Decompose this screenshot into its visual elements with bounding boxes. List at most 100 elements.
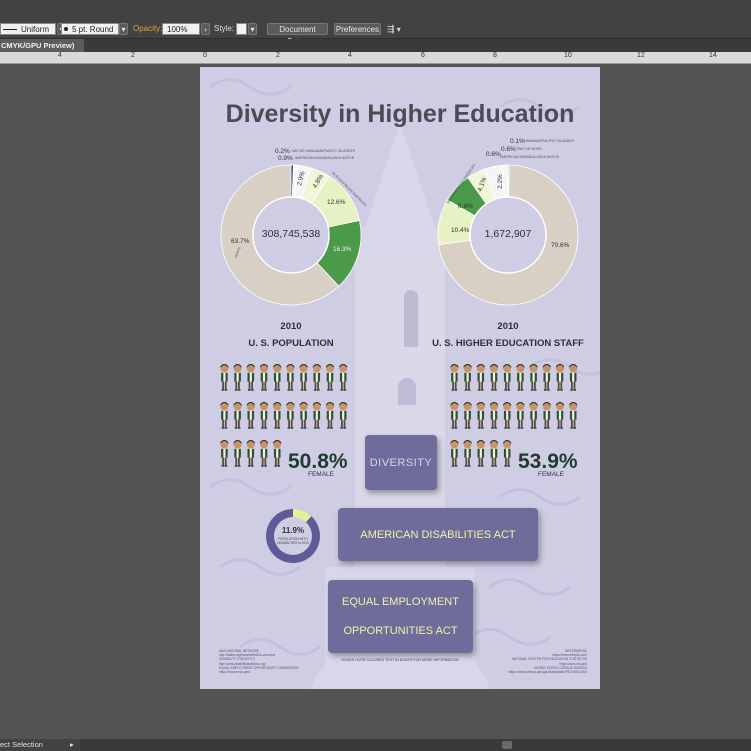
ruler-mark: 0 — [203, 52, 207, 59]
person-icon — [273, 402, 282, 429]
person-icon — [476, 364, 485, 391]
person-icon — [516, 402, 525, 429]
opacity-label[interactable]: Opacity: — [133, 23, 162, 35]
chevron-right-icon[interactable]: ▸ — [70, 739, 74, 751]
person-icon — [503, 440, 512, 467]
person-icon — [490, 402, 498, 429]
horizontal-ruler[interactable]: 4 2 0 2 4 6 8 10 12 14 — [0, 52, 751, 64]
left-label-6: 63.7% — [231, 238, 250, 245]
right-subtitle: U. S. HIGHER EDUCATION STAFF — [432, 338, 584, 349]
right-caption-0: HAWAIIAN/PACIFIC ISLANDER — [524, 139, 575, 143]
horizontal-scrollbar[interactable] — [80, 739, 751, 751]
ruler-mark: 2 — [276, 52, 280, 59]
opacity-field[interactable]: 100% — [162, 23, 200, 35]
left-subtitle: U. S. POPULATION — [248, 338, 334, 349]
arrange-menu[interactable]: ⇶ ▾ — [387, 23, 407, 35]
document-tab[interactable]: CMYK/GPU Preview) — [0, 39, 84, 52]
person-icon — [220, 364, 229, 391]
person-icon — [339, 364, 348, 391]
sources-left: ADA NATIONAL NETWORK http://adata.org/fa… — [219, 649, 339, 674]
style-swatch[interactable] — [236, 23, 247, 35]
person-icon — [490, 364, 498, 391]
person-icon — [312, 402, 321, 429]
person-icon — [476, 402, 485, 429]
document-setup-button[interactable]: Document Setup — [267, 23, 328, 46]
person-icon — [529, 402, 538, 429]
status-bar: ect Selection ▸ — [0, 739, 80, 751]
right-year: 2010 — [497, 321, 519, 332]
disability-pct: 11.9% — [281, 526, 305, 535]
person-icon — [260, 440, 268, 467]
person-icon — [233, 440, 242, 467]
person-icon — [326, 364, 334, 391]
person-icon — [326, 402, 334, 429]
left-caption-0: NATIVE HAWAIIAN/PACIFIC ISLANDER — [292, 149, 356, 153]
eeo-label-line2: OPPORTUNITIES ACT — [343, 625, 458, 637]
ruler-mark: 2 — [131, 52, 135, 59]
current-tool-label[interactable]: ect Selection — [0, 740, 43, 749]
person-icon — [339, 402, 348, 429]
sources-right: INFOGRAPHIC https://www.freepik.com/ NAT… — [462, 649, 587, 674]
ruler-mark: 6 — [421, 52, 425, 59]
left-label-5: 16.3% — [333, 246, 352, 253]
person-icon — [220, 440, 229, 467]
ruler-mark: 12 — [637, 52, 645, 59]
poster-title: Diversity in Higher Education — [225, 100, 575, 128]
right-label-0: 0.1% — [510, 138, 525, 145]
person-icon — [490, 440, 498, 467]
person-icon — [299, 364, 308, 391]
ruler-mark: 4 — [58, 52, 62, 59]
right-label-3: 2.2% — [496, 174, 504, 189]
stroke-profile-select[interactable]: Uniform — [0, 23, 56, 35]
diversity-button[interactable]: DIVERSITY — [365, 435, 437, 490]
chevron-down-icon: ▾ — [396, 25, 401, 34]
person-icon — [246, 402, 255, 429]
person-icon — [260, 402, 268, 429]
ada-label: AMERICAN DISABILITIES ACT — [360, 528, 516, 541]
opacity-stepper[interactable]: › — [201, 23, 210, 35]
style-dropdown[interactable]: ▾ — [248, 23, 257, 35]
person-icon — [312, 364, 321, 391]
source-link[interactable]: https://www.eeoc.gov/ — [219, 670, 339, 674]
left-center-value: 308,745,538 — [261, 228, 321, 240]
person-icon — [529, 364, 538, 391]
person-icon — [503, 364, 512, 391]
person-icon — [450, 440, 459, 467]
chevron-right-icon: › — [204, 25, 207, 34]
left-year: 2010 — [280, 321, 302, 332]
person-icon — [220, 402, 229, 429]
ruler-mark: 14 — [709, 52, 717, 59]
person-icon — [233, 402, 242, 429]
person-icon — [542, 364, 551, 391]
left-label-0: 0.2% — [275, 148, 290, 155]
preferences-button[interactable]: Preferences — [334, 23, 381, 35]
person-icon — [463, 402, 472, 429]
scrollbar-thumb[interactable] — [502, 741, 512, 749]
person-icon — [450, 402, 459, 429]
person-icon — [569, 364, 578, 391]
person-icon — [556, 402, 564, 429]
source-link[interactable]: https://www.census.gov/quickfacts/table/… — [462, 670, 587, 674]
right-center-value: 1,672,907 — [484, 228, 532, 240]
person-icon — [503, 402, 512, 429]
person-icon — [273, 364, 282, 391]
style-label: Style: — [214, 24, 235, 33]
brush-select[interactable]: 5 pt. Round — [61, 23, 119, 35]
left-caption-1: AMERICAN INDIAN/ALASKA NATIVE — [295, 156, 355, 160]
stroke-line-icon — [3, 29, 17, 30]
left-female-label: FEMALE — [308, 471, 335, 478]
person-icon — [542, 402, 551, 429]
right-female-label: FEMALE — [538, 471, 565, 478]
right-label-1: 0.6% — [501, 146, 516, 153]
ruler-mark: 10 — [564, 52, 572, 59]
person-icon — [556, 364, 564, 391]
right-label-7: 70.6% — [551, 242, 570, 249]
document-tab-bar: CMYK/GPU Preview) — [0, 39, 751, 52]
brush-dropdown[interactable]: ▾ — [119, 23, 128, 35]
disability-donut-chart — [266, 509, 320, 563]
ada-button[interactable]: AMERICAN DISABILITIES ACT — [338, 508, 538, 561]
eeo-button[interactable]: EQUAL EMPLOYMENT OPPORTUNITIES ACT — [328, 580, 473, 653]
person-icon — [233, 364, 242, 391]
artboard[interactable]: Diversity in Higher Education 308,745,53… — [200, 67, 600, 689]
person-icon — [569, 402, 578, 429]
